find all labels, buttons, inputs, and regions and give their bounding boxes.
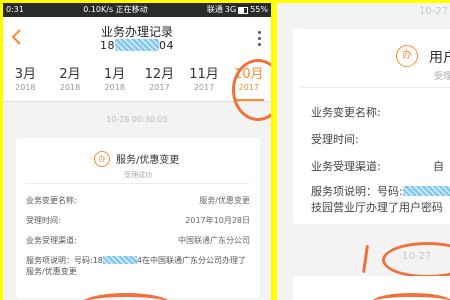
field-value: 服务/优惠变更 bbox=[199, 196, 250, 205]
record-status: 受理 bbox=[434, 72, 450, 82]
month-tab[interactable]: 12月 2017 bbox=[137, 59, 182, 101]
annotation-circle bbox=[232, 59, 271, 121]
status-message: 正在移动 bbox=[115, 5, 148, 14]
field-row: 业务变更名称: 服务/优惠变更 bbox=[26, 195, 250, 206]
redaction-mask bbox=[115, 39, 159, 51]
phone-number: 18 04 bbox=[3, 39, 271, 52]
status-right: 联通 3G 55% bbox=[207, 3, 268, 17]
carrier: 联通 bbox=[206, 5, 223, 14]
field-label: 业务变更名称: bbox=[26, 196, 77, 205]
phone-suffix: 04 bbox=[159, 39, 174, 52]
desc-line-2: 技园营业厅办理了用户密码 bbox=[311, 201, 443, 214]
month-label: 2月 bbox=[59, 67, 81, 82]
record-card[interactable]: 办 服务/优惠变更 受理成功 业务变更名称: 服务/优惠变更 受理时间: 201… bbox=[16, 138, 260, 298]
more-options-icon[interactable] bbox=[258, 31, 261, 49]
month-label: 1月 bbox=[104, 67, 126, 82]
app-bar: 业务办理记录 18 04 bbox=[3, 17, 271, 59]
annotation-mark bbox=[362, 244, 369, 274]
year-label: 2018 bbox=[104, 83, 125, 92]
field-label: 受理时间: bbox=[311, 133, 359, 146]
field-label: 业务受理渠道: bbox=[311, 160, 381, 173]
year-label: 2018 bbox=[15, 83, 36, 92]
status-bar: 0:31 0.10K/s 正在移动 联通 3G 55% bbox=[3, 3, 271, 17]
record-title: 用户 bbox=[429, 50, 450, 66]
year-label: 2018 bbox=[59, 83, 81, 92]
redaction-mask bbox=[102, 256, 137, 264]
handle-icon: 办 bbox=[94, 151, 110, 167]
field-label: 业务变更名称: bbox=[311, 106, 381, 119]
field-row: 受理时间: 2017年10月28日 bbox=[26, 215, 250, 226]
field-label: 受理时间: bbox=[26, 216, 61, 225]
month-tab[interactable]: 2月 2018 bbox=[48, 59, 93, 101]
battery-icon bbox=[238, 6, 249, 14]
month-tab[interactable]: 11月 2017 bbox=[182, 59, 227, 101]
month-tab[interactable]: 3月 2018 bbox=[3, 59, 48, 101]
month-tab[interactable]: 1月 2018 bbox=[92, 59, 137, 101]
status-time: 0:31 bbox=[6, 5, 24, 14]
desc-line-1: 服务项说明：号码: bbox=[311, 185, 403, 198]
status-info: 0.10K/s 正在移动 bbox=[24, 3, 207, 17]
service-description: 服务项说明：号码: 技园营业厅办理了用户密码 bbox=[311, 184, 450, 216]
year-label: 2017 bbox=[193, 83, 215, 92]
right-phone-screenshot: 10-27 办 用户 受理 业务变更名称: 受理时间: 业务受理渠道: 自 服务… bbox=[277, 3, 450, 300]
handle-icon: 办 bbox=[396, 45, 418, 67]
field-value: 中国联通广东分公司 bbox=[178, 236, 250, 245]
record-timestamp: 10-28 00:30:05 bbox=[106, 115, 168, 124]
month-tabs: 3月 2018 2月 2018 1月 2018 12月 2017 11月 2017 10月 2017 bbox=[3, 59, 271, 102]
month-label: 3月 bbox=[14, 67, 36, 82]
record-timestamp-bottom: 10-27 bbox=[402, 251, 432, 262]
page-title: 业务办理记录 bbox=[100, 25, 173, 39]
record-card-zoom[interactable]: 办 用户 受理 业务变更名称: 受理时间: 业务受理渠道: 自 服务项说明：号码… bbox=[293, 29, 450, 224]
phone-prefix: 18 bbox=[100, 39, 115, 52]
redaction-mask bbox=[402, 186, 450, 196]
field-row: 业务受理渠道: 中国联通广东分公司 bbox=[26, 235, 250, 246]
record-title: 服务/优惠变更 bbox=[116, 155, 180, 166]
month-label: 11月 bbox=[189, 67, 219, 82]
field-value: 2017年10月28日 bbox=[185, 216, 250, 225]
record-timestamp-top: 10-27 bbox=[419, 6, 449, 17]
net-speed: 0.10K/s bbox=[83, 5, 114, 14]
field-label: 业务受理渠道: bbox=[26, 236, 77, 245]
battery-level: 55% bbox=[250, 5, 268, 14]
desc-prefix: 服务项说明：号码:18 bbox=[26, 256, 103, 265]
left-phone-screenshot: 0:31 0.10K/s 正在移动 联通 3G 55% 业务办理记录 18 04 … bbox=[3, 3, 271, 300]
year-label: 2017 bbox=[149, 83, 170, 92]
record-status: 受理成功 bbox=[124, 171, 152, 179]
divider bbox=[26, 183, 250, 184]
service-description: 服务项说明：号码:18 4在中国联通广东分公司办理了服务/优惠变更 bbox=[26, 255, 250, 277]
divider bbox=[301, 87, 450, 88]
net-type: 3G bbox=[224, 5, 237, 14]
field-value: 自 bbox=[433, 160, 444, 173]
month-label: 12月 bbox=[144, 67, 175, 82]
